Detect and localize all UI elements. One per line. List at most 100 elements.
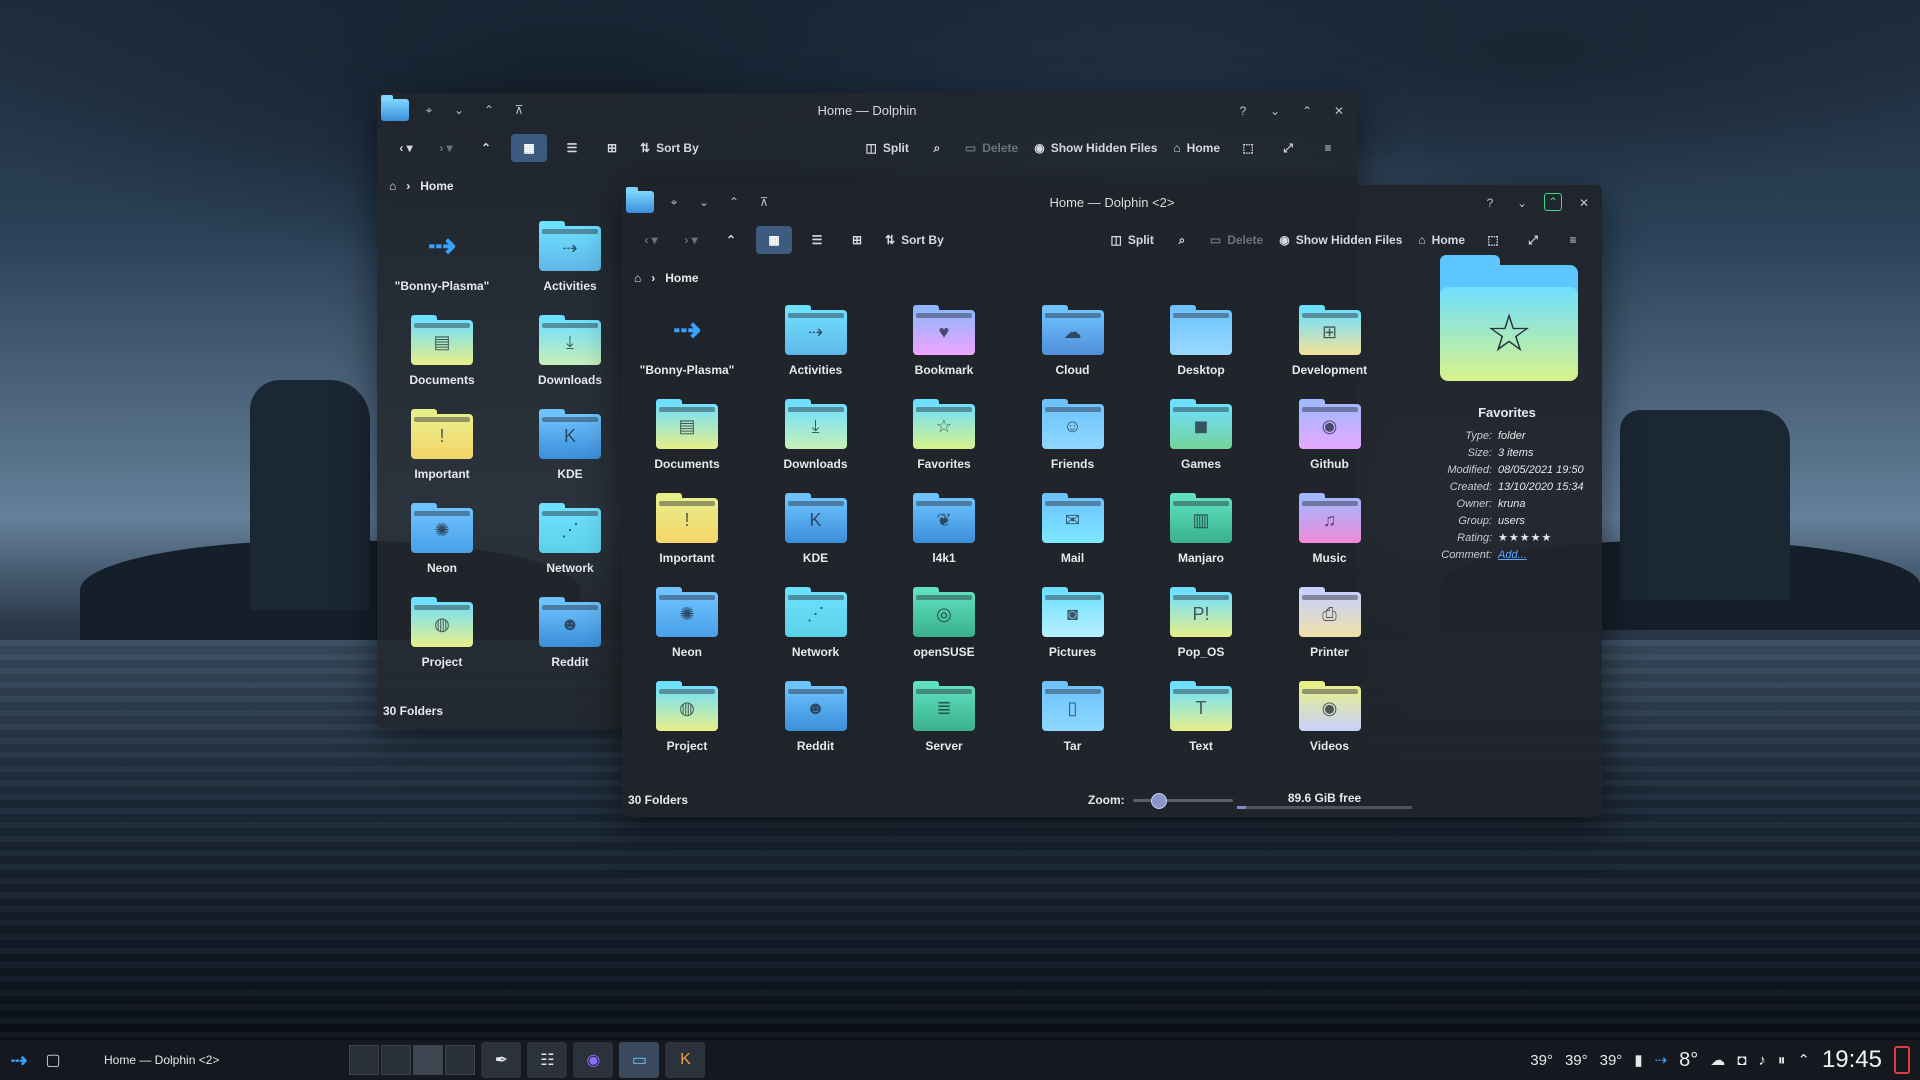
settings-app-icon[interactable]: ☷ [527,1042,568,1078]
folder-item[interactable]: ☻ Reddit [761,681,871,775]
power-icon[interactable] [1894,1046,1910,1074]
folder-item[interactable]: ♥ Bookmark [889,305,999,399]
help-button[interactable]: ? [1233,101,1253,121]
folder-item[interactable]: ◎ openSUSE [889,587,999,681]
maximize-button[interactable]: ⌃ [1544,193,1562,211]
up-button[interactable]: ⌃ [716,226,746,254]
taskbar-task-dolphin[interactable]: Home — Dolphin <2> [104,1040,219,1080]
folder-item[interactable]: ✺ Neon [632,587,742,681]
desktop-2[interactable] [381,1045,412,1075]
details-view-button[interactable]: ⊞ [597,134,627,162]
show-desktop-icon[interactable]: ▢ [38,1040,68,1080]
folder-item[interactable]: ▤ Documents [632,399,742,493]
forward-button[interactable]: › ▾ [431,134,461,162]
hamburger-menu-icon[interactable]: ≡ [1313,134,1343,162]
fullscreen-icon[interactable]: ⤢ [1518,226,1548,254]
folder-item[interactable]: ☆ Favorites [889,399,999,493]
icons-view-button[interactable]: ▦ [511,134,547,162]
folder-item[interactable]: Desktop [1146,305,1256,399]
close-button[interactable]: ✕ [1329,101,1349,121]
back-button[interactable]: ‹ ▾ [391,134,421,162]
show-hidden-button[interactable]: ◉ Show Hidden Files [1031,134,1160,162]
folder-item[interactable]: ♫ Music [1275,493,1385,587]
free-space-indicator[interactable]: 89.6 GiB free [1237,791,1412,809]
forward-button[interactable]: › ▾ [676,226,706,254]
folder-item[interactable]: K KDE [515,409,625,503]
folder-item[interactable]: ⇢ "Bonny-Plasma" [387,221,497,315]
media-icon[interactable]: ◘ [1737,1052,1746,1069]
home-icon[interactable]: ⌂ [634,271,641,285]
folder-item[interactable]: ☺ Friends [1018,399,1128,493]
folder-item[interactable]: ◼ Games [1146,399,1256,493]
fullscreen-icon[interactable]: ⤢ [1273,134,1303,162]
volume-icon[interactable]: ♪ [1758,1052,1766,1069]
delete-button[interactable]: ▭ Delete [1207,226,1266,254]
rating-stars[interactable]: ★★★★★ [1498,531,1552,544]
search-button[interactable]: ⌕ [922,134,952,162]
pen-app-icon[interactable]: ✒ [481,1042,522,1078]
zoom-slider-handle[interactable] [1150,792,1167,809]
show-hidden-button[interactable]: ◉ Show Hidden Files [1276,226,1405,254]
minimize-button[interactable]: ⌄ [1265,101,1285,121]
weather-icon[interactable]: ☁ [1710,1051,1725,1069]
titlebar[interactable]: ⌖ ⌄ ⌃ ⊼ Home — Dolphin <2> ? ⌄ ⌃ ✕ [622,185,1602,221]
breadcrumb-home[interactable]: Home [420,179,453,193]
home-button[interactable]: ⌂ Home [1415,226,1468,254]
home-icon[interactable]: ⌂ [389,179,396,193]
clock[interactable]: 19:45 [1822,1046,1882,1074]
add-comment-link[interactable]: Add... [1498,549,1527,561]
folder-item[interactable]: ☁ Cloud [1018,305,1128,399]
delete-button[interactable]: ▭ Delete [962,134,1021,162]
folder-item[interactable]: ◍ Project [387,597,497,691]
cpu-temp-3[interactable]: 39° [1600,1052,1623,1069]
dolphin-window-front[interactable]: ⌖ ⌄ ⌃ ⊼ Home — Dolphin <2> ? ⌄ ⌃ ✕ ‹ ▾ ›… [622,185,1602,817]
breadcrumb[interactable]: ⌂ › Home [389,179,454,193]
folder-item[interactable]: ⋰ Network [515,503,625,597]
storage-icon[interactable]: ▮ [1634,1051,1642,1069]
folder-item[interactable]: ≣ Server [889,681,999,775]
up-button[interactable]: ⌃ [471,134,501,162]
back-button[interactable]: ‹ ▾ [636,226,666,254]
firefox-icon[interactable]: ◉ [573,1042,614,1078]
krita-icon[interactable]: K [665,1042,706,1078]
tray-expand-icon[interactable]: ⌃ [1797,1051,1810,1069]
folder-item[interactable]: ◙ Pictures [1018,587,1128,681]
compact-view-button[interactable]: ☰ [802,226,832,254]
maximize-button[interactable]: ⌃ [1297,101,1317,121]
folder-item[interactable]: P! Pop_OS [1146,587,1256,681]
compact-view-button[interactable]: ☰ [557,134,587,162]
kde-connect-icon[interactable]: ⇢ [1655,1051,1668,1069]
folder-item[interactable]: ✉ Mail [1018,493,1128,587]
folder-item[interactable]: T Text [1146,681,1256,775]
minimize-button[interactable]: ⌄ [1512,193,1532,213]
application-launcher-icon[interactable]: ⇢ [0,1040,38,1080]
sort-by-button[interactable]: ⇅ Sort By [882,226,947,254]
select-icon[interactable]: ⬚ [1233,134,1263,162]
help-button[interactable]: ? [1480,193,1500,213]
breadcrumb-home[interactable]: Home [665,271,698,285]
folder-item[interactable]: ⇢ "Bonny-Plasma" [632,305,742,399]
folder-item[interactable]: ✺ Neon [387,503,497,597]
folder-item[interactable]: ⤓ Downloads [515,315,625,409]
icons-view-button[interactable]: ▦ [756,226,792,254]
folder-item[interactable]: ◉ Github [1275,399,1385,493]
pause-icon[interactable]: ⏸ [1778,1052,1786,1069]
details-view-button[interactable]: ⊞ [842,226,872,254]
cpu-temp-2[interactable]: 39° [1565,1052,1588,1069]
hamburger-menu-icon[interactable]: ≡ [1558,226,1588,254]
folder-item[interactable]: ⇢ Activities [515,221,625,315]
folder-item[interactable]: ⤓ Downloads [761,399,871,493]
folder-item[interactable]: ⋰ Network [761,587,871,681]
desktop-1[interactable] [349,1045,380,1075]
folder-item[interactable]: ! Important [632,493,742,587]
folder-item[interactable]: ! Important [387,409,497,503]
folder-item[interactable]: ⇢ Activities [761,305,871,399]
folder-item[interactable]: ❦ l4k1 [889,493,999,587]
search-button[interactable]: ⌕ [1167,226,1197,254]
folder-item[interactable]: ◍ Project [632,681,742,775]
virtual-desktop-pager[interactable] [349,1045,476,1075]
cpu-temp-1[interactable]: 39° [1530,1052,1553,1069]
folder-item[interactable]: ▥ Manjaro [1146,493,1256,587]
folder-item[interactable]: ☻ Reddit [515,597,625,691]
folder-item[interactable]: K KDE [761,493,871,587]
